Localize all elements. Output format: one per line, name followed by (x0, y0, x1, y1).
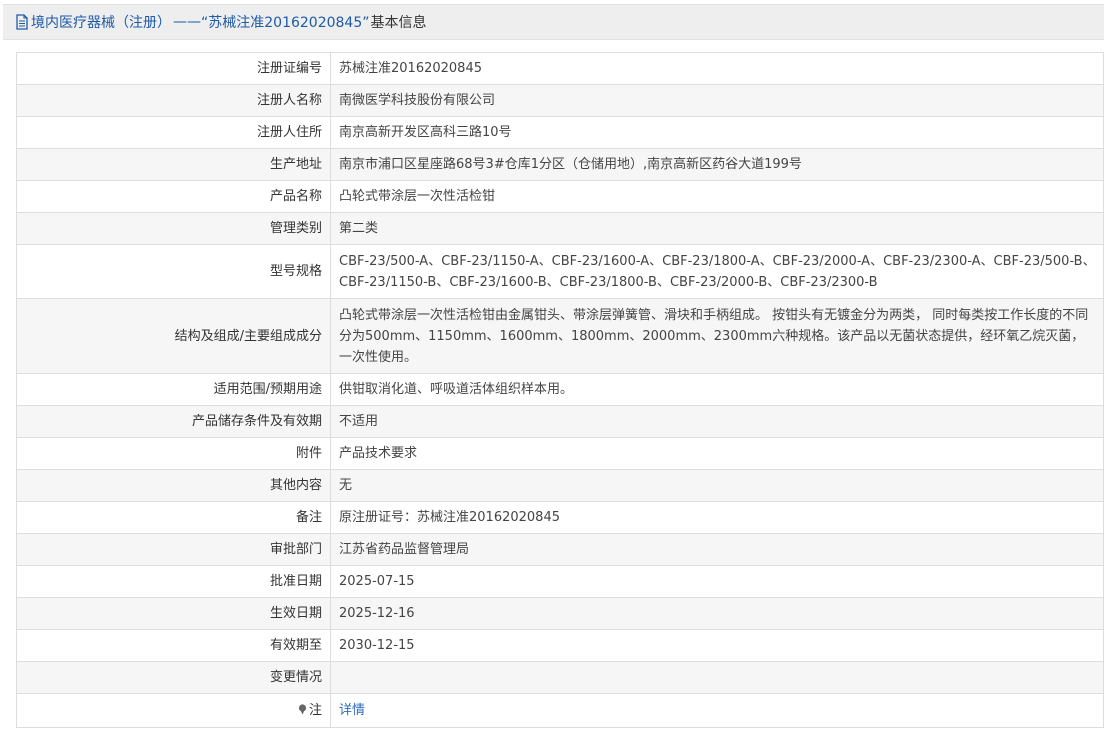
table-row: 管理类别 第二类 (16, 212, 1104, 245)
title-separator: —— (173, 14, 201, 30)
field-label: 生产地址 (16, 148, 331, 181)
field-value: CBF-23/500-A、CBF-23/1150-A、CBF-23/1600-A… (330, 244, 1104, 299)
table-row: 型号规格 CBF-23/500-A、CBF-23/1150-A、CBF-23/1… (16, 244, 1104, 299)
field-value: 2025-07-15 (330, 565, 1104, 598)
field-label: 产品名称 (16, 180, 331, 213)
table-row: 注册证编号 苏械注准20162020845 (16, 52, 1104, 85)
device-info-table: 注册证编号 苏械注准20162020845 注册人名称 南微医学科技股份有限公司… (16, 52, 1104, 728)
pin-icon (298, 701, 307, 722)
table-row: 适用范围/预期用途 供钳取消化道、呼吸道活体组织样本用。 (16, 373, 1104, 406)
field-label: 备注 (16, 501, 331, 534)
title-registration-number: “苏械注准20162020845” (201, 15, 370, 31)
field-value: 苏械注准20162020845 (330, 52, 1104, 85)
field-value: 凸轮式带涂层一次性活检钳由金属钳头、带涂层弹簧管、滑块和手柄组成。 按钳头有无镀… (330, 298, 1104, 374)
field-label: 变更情况 (16, 661, 331, 694)
field-value: 无 (330, 469, 1104, 502)
table-row: 产品名称 凸轮式带涂层一次性活检钳 (16, 180, 1104, 213)
table-row: 有效期至 2030-12-15 (16, 629, 1104, 662)
table-row: 注册人住所 南京高新开发区高科三路10号 (16, 116, 1104, 149)
page-header: 境内医疗器械（注册） —— “苏械注准20162020845” 基本信息 (0, 0, 1104, 44)
table-row: 附件 产品技术要求 (16, 437, 1104, 470)
table-row: 注册人名称 南微医学科技股份有限公司 (16, 84, 1104, 117)
field-value: 南微医学科技股份有限公司 (330, 84, 1104, 117)
field-value: 不适用 (330, 405, 1104, 438)
field-label: 注册人住所 (16, 116, 331, 149)
details-link[interactable]: 详情 (339, 703, 365, 718)
field-value: 江苏省药品监督管理局 (330, 533, 1104, 566)
field-value: 南京市浦口区星座路68号3#仓库1分区（仓储用地）,南京高新区药谷大道199号 (330, 148, 1104, 181)
table-row: 结构及组成/主要组成成分 凸轮式带涂层一次性活检钳由金属钳头、带涂层弹簧管、滑块… (16, 298, 1104, 374)
field-label: 管理类别 (16, 212, 331, 245)
field-label: 生效日期 (16, 597, 331, 630)
field-label: 注册人名称 (16, 84, 331, 117)
field-label: 结构及组成/主要组成成分 (16, 298, 331, 374)
field-value: 第二类 (330, 212, 1104, 245)
field-label: 其他内容 (16, 469, 331, 502)
table-row: 其他内容 无 (16, 469, 1104, 502)
note-label-cell: 注 (16, 693, 331, 728)
field-value: 南京高新开发区高科三路10号 (330, 116, 1104, 149)
title-suffix: 基本信息 (370, 15, 427, 31)
field-value: 2025-12-16 (330, 597, 1104, 630)
field-value (330, 661, 1104, 694)
field-label: 适用范围/预期用途 (16, 373, 331, 406)
table-row-note: 注 详情 (16, 693, 1104, 728)
title-prefix: 境内医疗器械（注册） (31, 15, 171, 31)
field-label: 附件 (16, 437, 331, 470)
field-value: 2030-12-15 (330, 629, 1104, 662)
note-label: 注 (308, 702, 322, 718)
field-label: 批准日期 (16, 565, 331, 598)
table-row: 备注 原注册证号：苏械注准20162020845 (16, 501, 1104, 534)
field-label: 有效期至 (16, 629, 331, 662)
table-row: 批准日期 2025-07-15 (16, 565, 1104, 598)
table-row: 生产地址 南京市浦口区星座路68号3#仓库1分区（仓储用地）,南京高新区药谷大道… (16, 148, 1104, 181)
table-row: 审批部门 江苏省药品监督管理局 (16, 533, 1104, 566)
table-row: 产品储存条件及有效期 不适用 (16, 405, 1104, 438)
field-label: 注册证编号 (16, 52, 331, 85)
note-value-cell: 详情 (330, 693, 1104, 728)
field-value: 凸轮式带涂层一次性活检钳 (330, 180, 1104, 213)
document-icon (15, 14, 29, 30)
field-value: 原注册证号：苏械注准20162020845 (330, 501, 1104, 534)
field-value: 供钳取消化道、呼吸道活体组织样本用。 (330, 373, 1104, 406)
field-label: 审批部门 (16, 533, 331, 566)
field-value: 产品技术要求 (330, 437, 1104, 470)
table-row: 生效日期 2025-12-16 (16, 597, 1104, 630)
table-row: 变更情况 (16, 661, 1104, 694)
title-bar: 境内医疗器械（注册） —— “苏械注准20162020845” 基本信息 (3, 4, 1104, 40)
field-label: 型号规格 (16, 244, 331, 299)
field-label: 产品储存条件及有效期 (16, 405, 331, 438)
